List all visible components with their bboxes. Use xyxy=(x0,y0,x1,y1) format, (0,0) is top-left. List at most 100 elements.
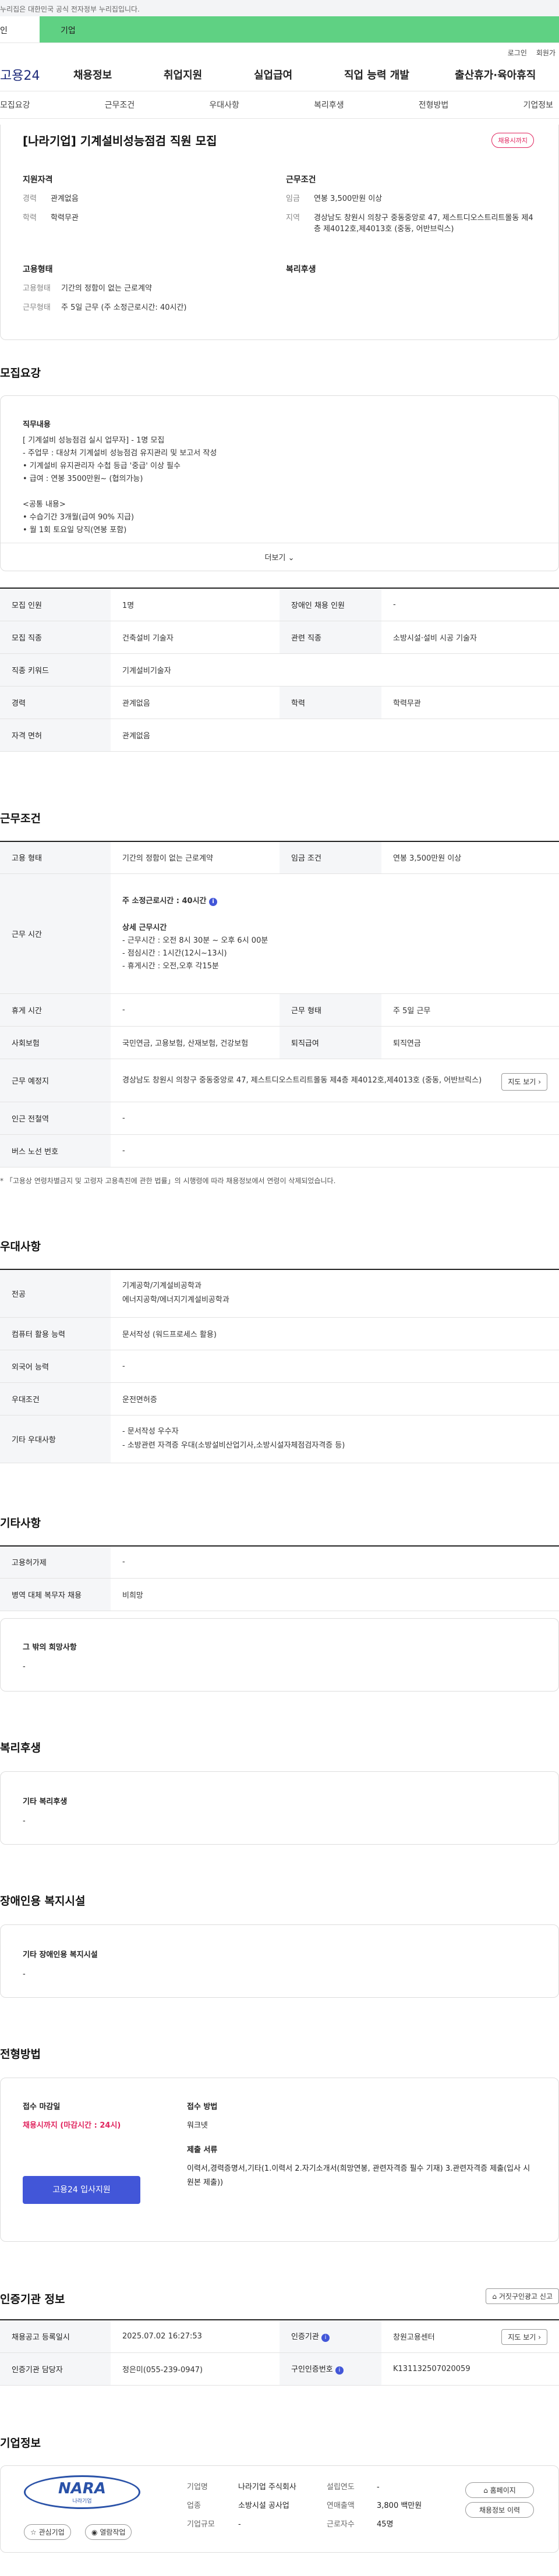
site-logo[interactable]: 고용24 xyxy=(0,65,73,84)
duty-line: • 수습기간 3개월(급여 90% 지급) xyxy=(23,513,135,522)
table-row: 전공 기계공학/기계설비공학과 에너지공학/에너지기계설비공학과 xyxy=(0,1269,559,1318)
cell-key: 전공 xyxy=(0,1269,111,1318)
gnb-item-jobs[interactable]: 채용정보 xyxy=(73,67,164,82)
table-row: 휴게 시간 - 근무 형태 주 5일 근무 xyxy=(0,993,559,1027)
tab-personal-label: 인 xyxy=(0,26,8,36)
job-history-label: 채용정보 이력 xyxy=(479,2506,521,2514)
table-row: 기타 우대사항 - 문서작성 우수자 - 소방관련 자격증 우대(소방설비산업기… xyxy=(0,1415,559,1463)
follow-button[interactable]: ◉ 열람작업 xyxy=(85,2524,132,2540)
docs-label: 제출 서류 xyxy=(187,2146,218,2154)
disabled-section-title: 장애인용 복지시설 xyxy=(0,1895,86,1908)
follow-button-label: 열람작업 xyxy=(100,2528,126,2536)
more-button[interactable]: 더보기 ⌄ xyxy=(1,543,558,571)
eye-icon: ◉ xyxy=(91,2528,98,2536)
section-tabs: 모집요강 근무조건 우대사항 복리후생 전형방법 기업정보 xyxy=(0,91,559,119)
info-icon[interactable]: i xyxy=(335,2366,344,2375)
company-key: 업종 xyxy=(187,2501,201,2510)
chevron-right-icon: › xyxy=(538,1078,541,1086)
tab-personal[interactable]: 인 xyxy=(0,16,40,43)
welfare-title: 복리후생 xyxy=(286,265,316,274)
cond-key: 지역 xyxy=(286,214,300,222)
cell-value: 소방시설·설비 시공 기술자 xyxy=(381,621,559,654)
tab-welfare[interactable]: 복리후생 xyxy=(314,99,344,118)
report-button-label: 거짓구인광고 신고 xyxy=(498,2292,553,2301)
employment-type-title: 고용형태 xyxy=(23,265,53,274)
deadline-label: 접수 마감일 xyxy=(23,2103,61,2111)
hours-detail-line: - 근무시간 : 오전 8시 30분 ~ 오후 6시 00분 xyxy=(122,936,268,945)
duty-line: • 급여 : 연봉 3500만원~ (협의가능) xyxy=(23,475,143,483)
cell-key: 기타 우대사항 xyxy=(0,1415,111,1463)
gnb-item-employment-support[interactable]: 취업지원 xyxy=(164,67,254,82)
gnb-item-unemployment[interactable]: 실업급여 xyxy=(254,67,344,82)
company-key: 근로자수 xyxy=(327,2520,355,2529)
work-table: 고용 형태 기간의 정함이 없는 근로계약 임금 조건 연봉 3,500만원 이… xyxy=(0,840,559,1167)
table-row: 인근 전철역 - xyxy=(0,1102,559,1135)
report-button[interactable]: ⌂ 거짓구인광고 신고 xyxy=(486,2288,559,2304)
apply-button[interactable]: 고용24 입사지원 xyxy=(23,2176,140,2204)
other-section: 기타사항 고용허가제 - 병역 대체 복무자 채용 비희망 그 밖의 희망사항 … xyxy=(0,1512,559,1692)
hours-detail-line: - 휴게시간 : 오전,오후 각15분 xyxy=(122,961,219,971)
duty-line: • 기계설비 유지관리자 수첩 등급 '중급' 이상 필수 xyxy=(23,462,181,470)
duty-content: [ 기계설비 성능점검 실시 업무자] - 1명 모집 - 주업무 : 대상처 … xyxy=(23,434,523,537)
info-icon[interactable]: i xyxy=(209,897,218,906)
cell-key: 고용 형태 xyxy=(0,841,111,874)
table-row: 고용허가제 - xyxy=(0,1545,559,1579)
table-row: 인증기관 담당자 정은미(055-239-0947) 구인인증번호 i K131… xyxy=(0,2352,559,2386)
tab-process[interactable]: 전형방법 xyxy=(419,99,449,118)
chevron-right-icon: › xyxy=(538,2333,541,2341)
table-row: 고용 형태 기간의 정함이 없는 근로계약 임금 조건 연봉 3,500만원 이… xyxy=(0,841,559,874)
gnb-item-leave[interactable]: 출산휴가·육아휴직 xyxy=(455,67,542,82)
company-employees: 45명 xyxy=(377,2520,394,2529)
map-button-label: 지도 보기 xyxy=(508,1078,536,1086)
tab-company-info[interactable]: 기업정보 xyxy=(523,99,553,118)
cell-value: - xyxy=(111,1545,559,1579)
favorite-company-button[interactable]: ☆ 관심기업 xyxy=(24,2524,71,2540)
company-key: 기업명 xyxy=(187,2482,208,2492)
age-note: * 「고용상 연령차별금지 및 고령자 고용촉진에 관한 법률」의 시행령에 따… xyxy=(0,1177,336,1185)
job-history-button[interactable]: 채용정보 이력 xyxy=(465,2501,534,2518)
wish-value: - xyxy=(23,1662,26,1671)
auth-org-key: 인증기관 i xyxy=(280,2320,381,2353)
map-button[interactable]: 지도 보기 › xyxy=(501,1073,547,1091)
cell-value: 기계설비기술자 xyxy=(111,653,559,687)
company-name: 나라기업 주식회사 xyxy=(238,2482,296,2492)
auth-map-button[interactable]: 지도 보기 › xyxy=(501,2329,547,2345)
homepage-button[interactable]: ⌂ 홈페이지 xyxy=(465,2482,534,2498)
emp-value: 기간의 정함이 없는 근로계약 xyxy=(61,284,152,293)
cell-value: 관계없음 xyxy=(111,686,280,719)
tab-company[interactable]: 기업 xyxy=(40,16,559,43)
login-link[interactable]: 로그인 xyxy=(508,48,527,58)
table-row: 모집 직종 건축설비 기술자 관련 직종 소방시설·설비 시공 기술자 xyxy=(0,621,559,654)
cell-key: 퇴직급여 xyxy=(280,1026,381,1059)
process-card: 접수 마감일 채용시까지 (마감시간 : 24시) 고용24 입사지원 접수 방… xyxy=(0,2078,559,2242)
qual-value: 관계없음 xyxy=(51,194,79,203)
table-row: 버스 노선 번호 - xyxy=(0,1134,559,1167)
info-icon[interactable]: i xyxy=(321,2334,330,2343)
table-row: 우대조건 운전면허증 xyxy=(0,1382,559,1416)
welfare-section: 복리후생 기타 복리후생 - xyxy=(0,1737,559,1845)
table-row: 경력 관계없음 학력 학력무관 xyxy=(0,686,559,719)
cell-key: 우대조건 xyxy=(0,1382,111,1416)
table-row: 컴퓨터 활용 능력 문서작성 (워드프로세스 활용) xyxy=(0,1317,559,1350)
cell-key: 채용공고 등록일시 xyxy=(0,2320,111,2353)
tab-preference[interactable]: 우대사항 xyxy=(209,99,239,118)
signup-link[interactable]: 회원가 xyxy=(536,48,556,58)
job-summary-card: [나라기업] 기계설비성능점검 직원 모집 채용시까지 지원자격 경력 관계없음 … xyxy=(0,125,559,340)
hours-main: 주 소정근로시간 : 40시간 xyxy=(122,896,207,905)
tab-recruit[interactable]: 모집요강 xyxy=(0,99,30,118)
cell-key: 인근 전철역 xyxy=(0,1102,111,1135)
company-col-1: 기업명 나라기업 주식회사 업종 소방시설 공사업 기업규모 - xyxy=(187,2481,327,2531)
welfare-label: 기타 복리후생 xyxy=(23,1797,68,1806)
table-row: 사회보험 국민연금, 고용보험, 산재보험, 건강보험 퇴직급여 퇴직연금 xyxy=(0,1026,559,1059)
disabled-value: - xyxy=(23,1970,26,1979)
company-logo: NARA 나라기업 xyxy=(24,2475,140,2509)
cell-value: 비희망 xyxy=(111,1578,559,1611)
cell-value: 건축설비 기술자 xyxy=(111,621,280,654)
gnb-item-training[interactable]: 직업 능력 개발 xyxy=(344,67,455,82)
cell-value: 국민연금, 고용보험, 산재보험, 건강보험 xyxy=(111,1026,280,1059)
method-label: 접수 방법 xyxy=(187,2103,218,2111)
cell-key: 근무 형태 xyxy=(280,993,381,1027)
tab-work[interactable]: 근무조건 xyxy=(105,99,135,118)
cell-value: K131132507020059 xyxy=(381,2352,559,2386)
company-sales: 3,800 백만원 xyxy=(377,2501,422,2510)
